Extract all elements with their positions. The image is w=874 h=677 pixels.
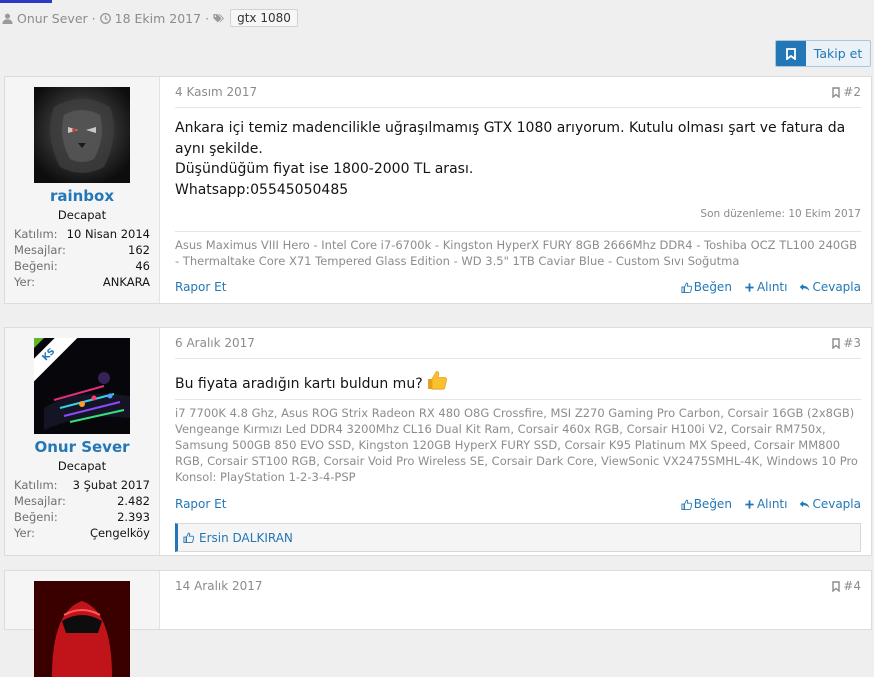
reply-icon [800, 283, 810, 291]
like-button[interactable]: Beğen [681, 280, 732, 294]
post-2: rainbox Decapat Katılım: 10 Nisan 2014 Me… [4, 76, 872, 304]
username[interactable]: rainbox [5, 187, 159, 205]
thread-meta: Onur Sever · 18 Ekim 2017 · gtx 1080 [2, 9, 298, 27]
green-corner [34, 338, 44, 348]
follow-label: Takip et [813, 46, 863, 61]
username[interactable]: Onur Sever [5, 438, 159, 456]
top-accent-bar [0, 0, 52, 3]
post-number[interactable]: #2 [832, 85, 861, 99]
clock-icon [99, 12, 111, 24]
quote-button[interactable]: Alıntı [744, 497, 787, 511]
liker-name[interactable]: Ersin DALKIRAN [199, 531, 293, 545]
report-link[interactable]: Rapor Et [175, 497, 226, 511]
message-header: 4 Kasım 2017 #2 [175, 77, 861, 108]
post-number[interactable]: #4 [832, 579, 861, 593]
avatar[interactable] [34, 87, 130, 183]
message-content: 14 Aralık 2017 #4 [175, 571, 861, 629]
post-number[interactable]: #3 [832, 336, 861, 350]
bookmark-icon [776, 41, 806, 66]
user-stats: Katılım: 3 Şubat 2017 Mesajlar: 2.482 Beğe… [14, 478, 150, 540]
thumbs-up-emoji-icon [426, 369, 448, 398]
likes-summary: Ersin DALKIRAN [175, 523, 861, 552]
message-header: 14 Aralık 2017 #4 [175, 571, 861, 601]
avatar[interactable]: KS [34, 338, 130, 434]
thumbs-up-icon [681, 282, 692, 293]
plus-icon [745, 282, 754, 292]
thread-author[interactable]: Onur Sever [17, 11, 88, 26]
tag-gtx-1080[interactable]: gtx 1080 [230, 9, 298, 27]
post-actions: Rapor Et Beğen Alıntı Cevapla [175, 495, 861, 513]
user-title: Decapat [57, 459, 107, 473]
quote-button[interactable]: Alıntı [744, 280, 787, 294]
signature: Asus Maximus VIII Hero - Intel Core i7-6… [175, 231, 861, 269]
avatar[interactable] [34, 581, 130, 677]
tags-icon [213, 13, 225, 22]
bookmark-icon [832, 337, 840, 349]
post-4: 14 Aralık 2017 #4 [4, 570, 872, 677]
message-content: 4 Kasım 2017 #2 Ankara içi temiz madenci… [175, 77, 861, 303]
bookmark-icon [832, 580, 840, 592]
plus-icon [745, 499, 754, 509]
signature: i7 7700K 4.8 Ghz, Asus ROG Strix Radeon … [175, 399, 861, 485]
follow-button[interactable]: Takip et [775, 40, 871, 67]
user-info: rainbox Decapat Katılım: 10 Nisan 2014 Me… [5, 77, 160, 303]
like-button[interactable]: Beğen [681, 497, 732, 511]
post-date[interactable]: 14 Aralık 2017 [175, 579, 263, 593]
post-actions: Rapor Et Beğen Alıntı Cevapla [175, 278, 861, 296]
reply-button[interactable]: Cevapla [799, 497, 861, 511]
bookmark-icon [832, 86, 840, 98]
thread-date[interactable]: 18 Ekim 2017 [115, 11, 201, 26]
user-info: KS Onur Sever Decapat Katılım: 3 Şubat 20… [5, 328, 160, 555]
message-content: 6 Aralık 2017 #3 Bu fiyata aradığın kart… [175, 328, 861, 555]
message-body: Ankara içi temiz madencilikle uğraşılmam… [175, 120, 846, 198]
post-date[interactable]: 4 Kasım 2017 [175, 85, 257, 99]
user-stats: Katılım: 10 Nisan 2014 Mesajlar: 162 Beğen… [14, 227, 150, 289]
post-date[interactable]: 6 Aralık 2017 [175, 336, 255, 350]
thumbs-up-icon [183, 532, 194, 543]
post-3: KS Onur Sever Decapat Katılım: 3 Şubat 20… [4, 327, 872, 556]
reply-icon [800, 500, 810, 508]
user-title: Decapat [57, 208, 107, 222]
user-info [5, 571, 160, 677]
message-header: 6 Aralık 2017 #3 [175, 328, 861, 359]
report-link[interactable]: Rapor Et [175, 280, 226, 294]
thumbs-up-icon [681, 499, 692, 510]
user-icon [2, 13, 13, 24]
edited-notice: Son düzenleme: 10 Ekim 2017 [700, 208, 861, 220]
message-body: Bu fiyata aradığın kartı buldun mu? [175, 369, 861, 398]
reply-button[interactable]: Cevapla [799, 280, 861, 294]
